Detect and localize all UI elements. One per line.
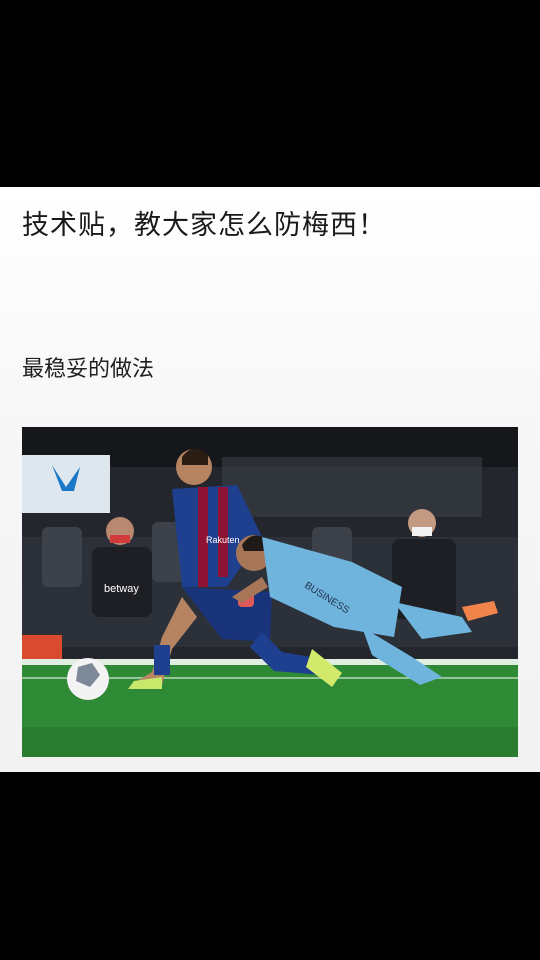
jersey-text-left: Rakuten bbox=[206, 535, 240, 545]
post-subtitle: 最稳妥的做法 bbox=[22, 357, 155, 382]
soccer-photo[interactable]: betway Rakuten BUSINESS bbox=[22, 427, 518, 757]
post-title: 技术贴，教大家怎么防梅西！ bbox=[22, 210, 386, 241]
soccer-photo-illustration: betway Rakuten BUSINESS bbox=[22, 427, 518, 757]
post-card: 技术贴，教大家怎么防梅西！ 最稳妥的做法 betway Rakuten BUSI… bbox=[0, 187, 540, 772]
ad-text: betway bbox=[104, 583, 139, 595]
